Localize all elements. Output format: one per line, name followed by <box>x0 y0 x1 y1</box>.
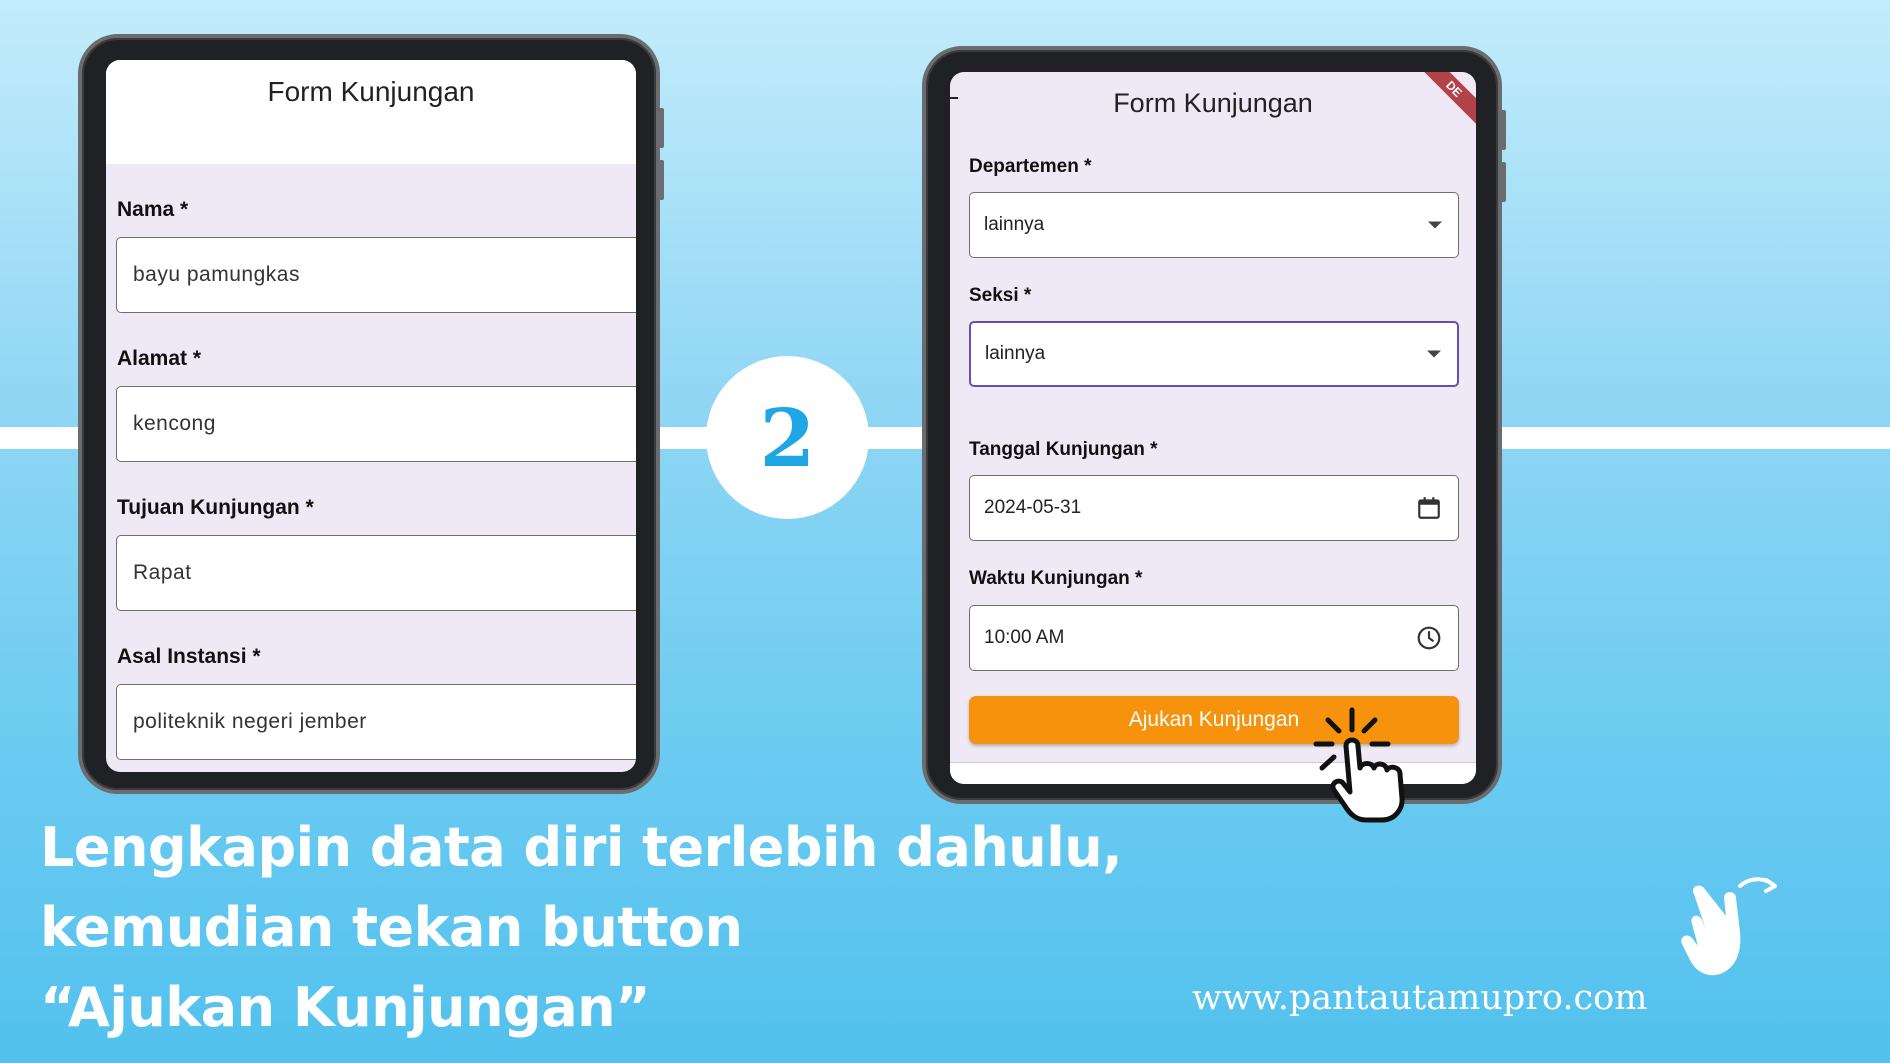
seksi-value: lainnya <box>985 343 1046 364</box>
clock-icon[interactable] <box>1416 625 1442 651</box>
app-bar: Form Kunjungan <box>106 60 636 164</box>
alamat-label: Alamat * <box>117 347 202 370</box>
tablet-left: Form Kunjungan Nama * bayu pamungkas Ala… <box>78 34 664 794</box>
seksi-select[interactable]: lainnya <box>969 321 1459 387</box>
page-title: Form Kunjungan <box>1113 88 1313 118</box>
departemen-value: lainnya <box>984 214 1045 235</box>
website-url[interactable]: www.pantautamupro.com <box>1192 978 1647 1018</box>
step-badge: 2 <box>706 356 869 519</box>
calendar-icon[interactable] <box>1416 495 1442 521</box>
instruction-caption: Lengkapin data diri terlebih dahulu, kem… <box>40 808 1123 1048</box>
tablet-side-button <box>659 160 664 200</box>
tablet-side-button <box>659 108 664 148</box>
tablet-side-button <box>1501 162 1506 202</box>
dropdown-caret-icon <box>1427 350 1441 358</box>
asal-instansi-label: Asal Instansi * <box>117 645 261 668</box>
page-title: Form Kunjungan <box>267 76 475 107</box>
tanggal-label: Tanggal Kunjungan * <box>969 439 1158 460</box>
nama-field[interactable]: bayu pamungkas <box>116 237 636 313</box>
tujuan-label: Tujuan Kunjungan * <box>117 496 314 519</box>
tanggal-field[interactable]: 2024-05-31 <box>969 475 1459 541</box>
waktu-value: 10:00 AM <box>984 627 1065 648</box>
asal-instansi-field[interactable]: politeknik negeri jember <box>116 684 636 760</box>
tablet-right: Form Kunjungan DE Departemen * lainnya S… <box>922 46 1506 804</box>
left-screen: Form Kunjungan Nama * bayu pamungkas Ala… <box>106 60 636 772</box>
nama-label: Nama * <box>117 198 189 221</box>
caption-line-3: “Ajukan Kunjungan” <box>40 976 651 1039</box>
departemen-select[interactable]: lainnya <box>969 192 1459 258</box>
tujuan-field[interactable]: Rapat <box>116 535 636 611</box>
waktu-label: Waktu Kunjungan * <box>969 568 1143 589</box>
tablet-side-button <box>1501 110 1506 150</box>
departemen-label: Departemen * <box>969 156 1092 177</box>
caption-line-2: kemudian tekan button <box>40 896 743 959</box>
step-number: 2 <box>759 390 816 485</box>
alamat-field[interactable]: kencong <box>116 386 636 462</box>
waktu-field[interactable]: 10:00 AM <box>969 605 1459 671</box>
caption-line-1: Lengkapin data diri terlebih dahulu, <box>40 816 1123 879</box>
right-screen: Form Kunjungan DE Departemen * lainnya S… <box>950 72 1476 784</box>
seksi-label: Seksi * <box>969 285 1032 306</box>
dropdown-caret-icon <box>1428 221 1442 229</box>
tap-hand-icon <box>1313 707 1405 823</box>
tanggal-value: 2024-05-31 <box>984 497 1082 518</box>
swipe-hand-icon <box>1681 877 1777 976</box>
